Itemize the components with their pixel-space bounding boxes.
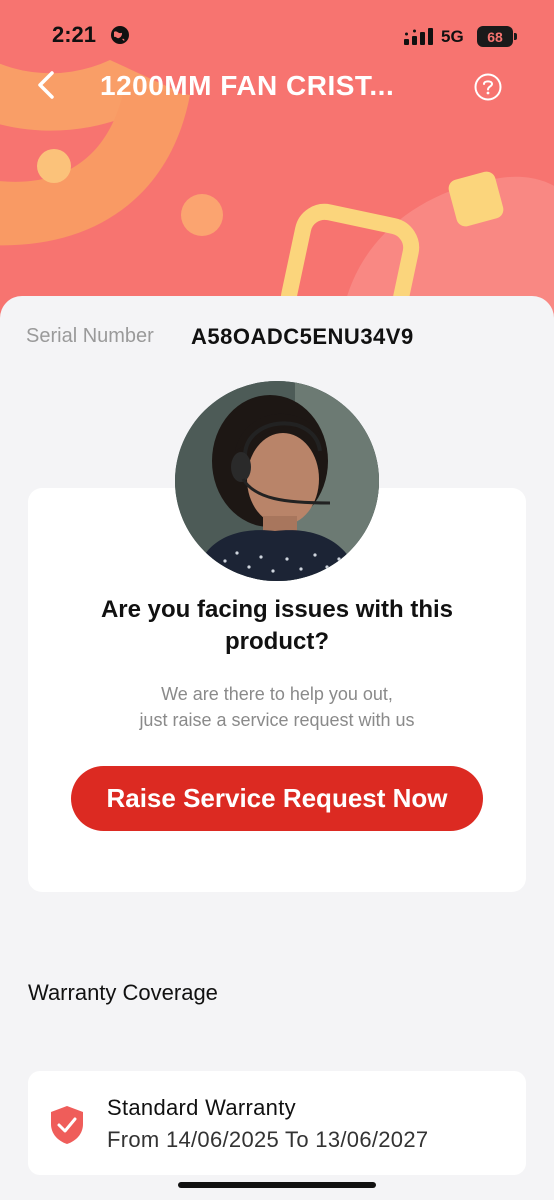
warranty-card[interactable] [28,1071,526,1175]
status-bar: 2:21 5G 68 [0,0,554,70]
status-time: 2:21 [52,22,97,47]
serial-number-label: Serial Number [26,325,154,347]
warranty-title: Standard Warranty [107,1095,296,1120]
page-title: 1200MM FAN CRIST... [100,70,395,101]
help-button[interactable] [473,72,503,102]
signal-icon [404,28,433,45]
warranty-dates: From 14/06/2025 To 13/06/2027 [107,1127,429,1152]
chevron-left-icon [38,71,54,99]
help-description: We are there to help you out, just raise… [28,681,526,733]
network-type: 5G [441,27,464,46]
home-indicator[interactable] [178,1182,376,1188]
help-line-1: We are there to help you out, [161,684,393,704]
battery-level: 68 [487,28,503,45]
support-agent-avatar [175,381,379,581]
raise-service-request-button[interactable]: Raise Service Request Now [71,766,483,831]
globe-icon [111,26,129,44]
issue-heading: Are you facing issues with this product? [100,596,454,655]
warranty-coverage-heading: Warranty Coverage [28,980,218,1005]
back-button[interactable] [30,67,66,103]
serial-number-value: A58OADC5ENU34V9 [191,324,414,349]
battery-indicator: 68 [477,26,517,47]
shield-check-icon [51,1106,83,1144]
question-circle-icon [474,73,502,101]
help-line-2: just raise a service request with us [139,710,415,730]
